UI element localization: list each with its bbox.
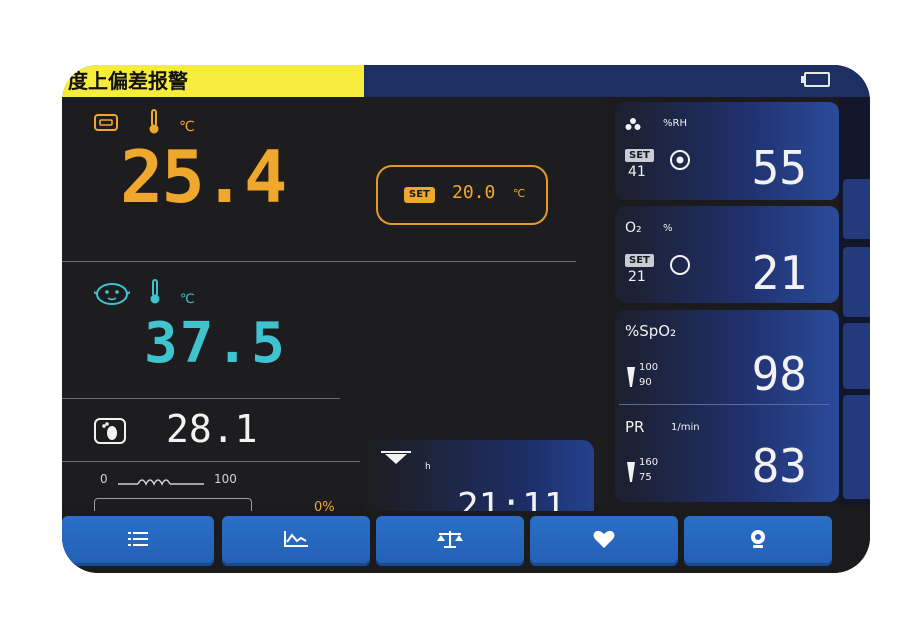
spo2-label: %SpO₂ — [625, 322, 677, 340]
monitor-screen: 度上偏差报警 ℃ 25.4 SET 20.0 ℃ ℃ 37.5 28.1 0 1… — [62, 65, 870, 573]
set-badge: SET — [625, 149, 654, 162]
heart-icon — [593, 529, 615, 553]
set-temp-value: 20.0 — [452, 182, 496, 203]
divider — [62, 461, 360, 462]
circle-icon — [669, 254, 691, 280]
timer-icon — [381, 450, 411, 470]
set-badge: SET — [404, 187, 435, 203]
pr-low-limit: 75 — [639, 472, 652, 483]
divider — [619, 404, 829, 405]
menu-button[interactable] — [62, 516, 214, 566]
heart-button[interactable] — [530, 516, 678, 566]
menu-icon — [128, 531, 148, 551]
oxygen-label: O₂ — [625, 220, 642, 236]
trend-icon — [283, 530, 309, 552]
scale-icon — [436, 530, 464, 552]
heater-coil-icon — [118, 473, 218, 492]
oxygen-value: 21 — [751, 246, 807, 300]
humidity-set-value: 41 — [628, 164, 646, 180]
heater-scale-max: 100 — [214, 472, 237, 486]
spo2-high-limit: 100 — [639, 362, 659, 373]
scale-button[interactable] — [376, 516, 524, 566]
oxygen-panel[interactable]: O₂ % SET 21 21 — [615, 206, 839, 303]
side-tab[interactable] — [843, 323, 870, 389]
trend-button[interactable] — [222, 516, 370, 566]
alarm-banner[interactable]: 度上偏差报警 — [62, 65, 364, 97]
camera-icon — [749, 529, 767, 553]
baby-face-icon — [93, 281, 131, 311]
baby-temp-value: 37.5 — [144, 311, 287, 376]
spo2-low-limit: 90 — [639, 377, 652, 388]
alarm-limit-icon — [627, 367, 635, 391]
timer-unit: h — [425, 462, 431, 472]
set-temp-box[interactable]: SET 20.0 ℃ — [376, 165, 548, 225]
side-tab[interactable] — [843, 395, 870, 499]
spo2-pr-panel[interactable]: %SpO₂ 100 90 98 PR 1/min 160 75 83 — [615, 310, 839, 502]
alarm-limit-icon — [627, 462, 635, 486]
status-strip — [364, 65, 870, 97]
pr-unit: 1/min — [671, 422, 700, 433]
pr-label: PR — [625, 418, 645, 436]
baby-thermometer-icon — [148, 279, 162, 309]
baby-temp-unit: ℃ — [180, 292, 195, 307]
skin-temp-unit: ℃ — [179, 119, 195, 135]
foot-icon — [94, 418, 126, 448]
set-temp-unit: ℃ — [513, 187, 526, 200]
pr-high-limit: 160 — [639, 457, 659, 468]
divider — [62, 398, 340, 399]
foot-temp-value: 28.1 — [166, 407, 258, 451]
side-tab[interactable] — [843, 179, 870, 239]
humidity-panel[interactable]: %RH SET 41 55 — [615, 102, 839, 200]
probe-icon — [94, 113, 120, 137]
bottom-nav — [62, 511, 870, 573]
humidity-icon — [625, 116, 641, 135]
heater-scale-min: 0 — [100, 472, 108, 486]
set-badge: SET — [625, 254, 654, 267]
battery-icon — [801, 72, 830, 87]
camera-button[interactable] — [684, 516, 832, 566]
oxygen-set-value: 21 — [628, 269, 646, 285]
side-tab-strip — [839, 97, 870, 505]
divider — [62, 261, 576, 262]
oxygen-unit: % — [663, 223, 673, 234]
side-tab[interactable] — [843, 247, 870, 317]
temperature-panel: ℃ 25.4 SET 20.0 ℃ ℃ 37.5 28.1 0 100 0% h… — [62, 97, 607, 533]
humidity-value: 55 — [751, 141, 807, 195]
spo2-value: 98 — [751, 347, 807, 401]
target-icon — [669, 149, 691, 175]
skin-temp-value: 25.4 — [120, 135, 287, 219]
humidity-label: %RH — [663, 118, 687, 129]
pr-value: 83 — [751, 439, 807, 493]
